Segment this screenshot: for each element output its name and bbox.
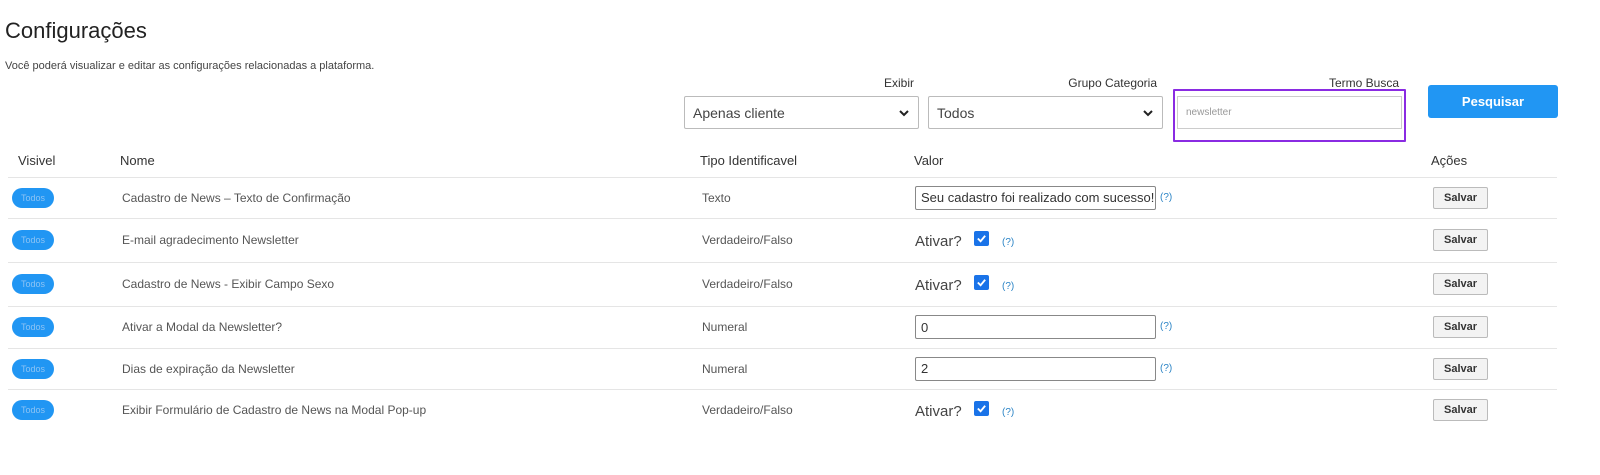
checkmark-icon xyxy=(977,235,986,243)
col-header-nome: Nome xyxy=(120,153,155,168)
visibility-badge[interactable]: Todos xyxy=(12,358,54,379)
help-link[interactable]: (?) xyxy=(1160,363,1172,374)
config-value-input[interactable]: 0 xyxy=(915,315,1156,339)
visibility-badge[interactable]: Todos xyxy=(12,230,54,250)
config-type: Verdadeiro/Falso xyxy=(702,277,793,291)
salvar-button[interactable]: Salvar xyxy=(1433,229,1488,251)
config-value-input[interactable]: 2 xyxy=(915,356,1156,381)
ativar-checkbox[interactable] xyxy=(974,231,989,246)
ativar-label: Ativar? xyxy=(915,277,962,294)
exibir-select[interactable]: Apenas cliente xyxy=(684,96,919,129)
ativar-label: Ativar? xyxy=(915,403,962,420)
visibility-badge[interactable]: Todos xyxy=(12,274,54,294)
exibir-label: Exibir xyxy=(883,76,914,90)
visibility-badge[interactable]: Todos xyxy=(12,400,54,420)
config-type: Numeral xyxy=(702,361,748,376)
grupo-categoria-label: Grupo Categoria xyxy=(1068,76,1157,90)
termo-busca-input[interactable]: newsletter xyxy=(1177,96,1402,129)
page-subtitle: Você poderá visualizar e editar as confi… xyxy=(5,60,375,72)
termo-busca-highlight: newsletter xyxy=(1173,89,1406,142)
help-link[interactable]: (?) xyxy=(1002,281,1014,292)
salvar-button[interactable]: Salvar xyxy=(1433,357,1488,380)
ativar-checkbox[interactable] xyxy=(974,401,989,416)
grupo-categoria-select-value: Todos xyxy=(937,104,975,121)
salvar-button[interactable]: Salvar xyxy=(1433,186,1488,209)
salvar-button[interactable]: Salvar xyxy=(1433,273,1488,295)
exibir-select-value: Apenas cliente xyxy=(693,104,785,121)
config-type: Numeral xyxy=(702,320,748,334)
visibility-badge[interactable]: Todos xyxy=(12,187,54,208)
help-link[interactable]: (?) xyxy=(1160,192,1172,203)
config-type: Texto xyxy=(702,190,731,205)
pesquisar-button[interactable]: Pesquisar xyxy=(1428,85,1558,118)
config-name: Exibir Formulário de Cadastro de News na… xyxy=(122,403,427,417)
help-link[interactable]: (?) xyxy=(1002,237,1014,248)
page-title: Configurações xyxy=(5,18,147,43)
config-name: Cadastro de News - Exibir Campo Sexo xyxy=(122,277,335,291)
col-header-tipo: Tipo Identificavel xyxy=(700,153,798,168)
salvar-button[interactable]: Salvar xyxy=(1433,399,1488,421)
help-link[interactable]: (?) xyxy=(1160,321,1172,332)
checkmark-icon xyxy=(977,279,986,287)
chevron-down-icon xyxy=(1143,109,1153,116)
ativar-label: Ativar? xyxy=(915,233,962,250)
config-name: Cadastro de News – Texto de Confirmação xyxy=(122,190,351,205)
col-header-valor: Valor xyxy=(914,153,944,168)
termo-busca-label: Termo Busca xyxy=(1328,76,1399,90)
config-name: Ativar a Modal da Newsletter? xyxy=(122,320,283,334)
salvar-button[interactable]: Salvar xyxy=(1433,316,1488,338)
config-type: Verdadeiro/Falso xyxy=(702,233,793,247)
col-header-acoes: Ações xyxy=(1431,153,1468,168)
config-name: Dias de expiração da Newsletter xyxy=(122,361,295,376)
config-type: Verdadeiro/Falso xyxy=(702,403,793,417)
config-name: E-mail agradecimento Newsletter xyxy=(122,233,299,247)
chevron-down-icon xyxy=(899,109,909,116)
checkmark-icon xyxy=(977,405,986,413)
grupo-categoria-select[interactable]: Todos xyxy=(928,96,1163,129)
help-link[interactable]: (?) xyxy=(1002,407,1014,418)
visibility-badge[interactable]: Todos xyxy=(12,317,54,337)
ativar-checkbox[interactable] xyxy=(974,275,989,290)
col-header-visivel: Visivel xyxy=(18,153,56,168)
config-value-input[interactable]: Seu cadastro foi realizado com sucesso! xyxy=(915,185,1156,210)
